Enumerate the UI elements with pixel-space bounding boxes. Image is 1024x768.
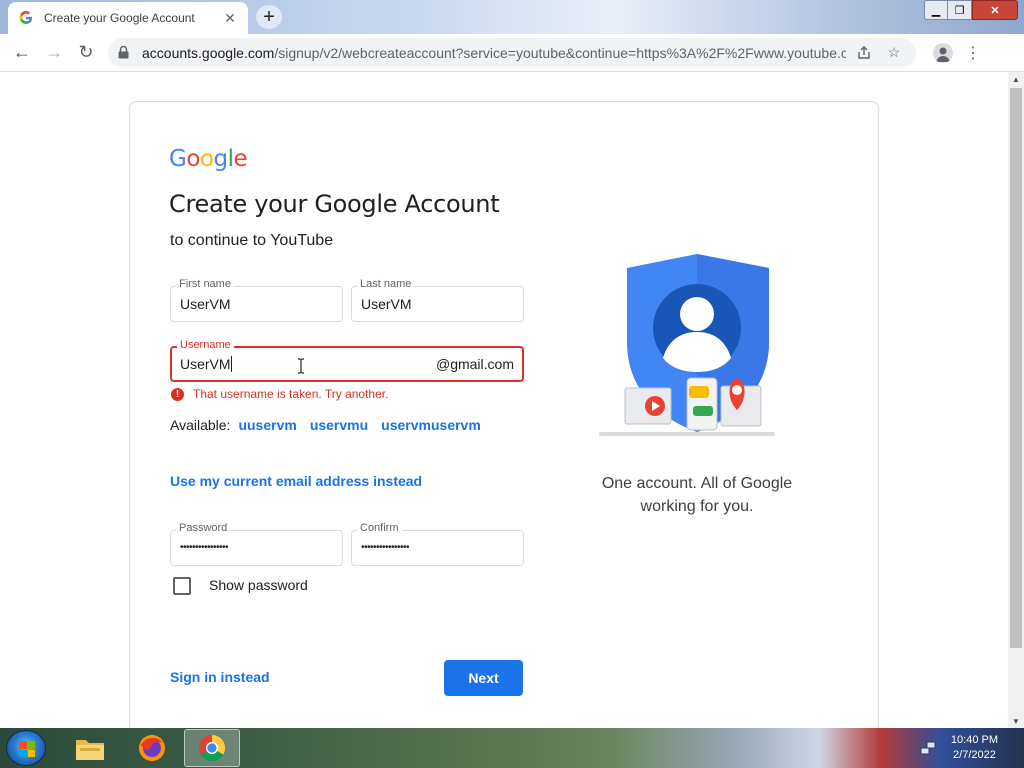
browser-menu-icon[interactable]: ⋮ (958, 38, 988, 68)
tagline-line-2: working for you. (640, 498, 754, 515)
browser-tabstrip: Create your Google Account ✕ + ▁ ❐ ✕ (0, 0, 1024, 34)
scroll-thumb[interactable] (1010, 88, 1022, 648)
tab-close-icon[interactable]: ✕ (222, 10, 238, 26)
ibeam-cursor-icon (298, 358, 304, 374)
confirm-password-field[interactable]: Confirm •••••••••••••••• (351, 522, 524, 566)
system-tray: 10:40 PM 2/7/2022 (919, 728, 1024, 768)
network-icon[interactable] (919, 739, 937, 757)
confirm-label: Confirm (357, 522, 402, 534)
page-scrollbar[interactable]: ▲ ▼ (1008, 72, 1024, 728)
username-value: UserVM (180, 356, 231, 372)
error-icon: ! (171, 387, 184, 401)
available-option-uservmu[interactable]: uservmu (310, 417, 368, 433)
back-arrow-icon[interactable]: ← (6, 37, 38, 69)
first-name-value: UserVM (180, 296, 231, 312)
sign-in-instead-link[interactable]: Sign in instead (170, 669, 270, 685)
lock-icon[interactable] (118, 46, 132, 60)
url-text[interactable]: accounts.google.com/signup/v2/webcreatea… (142, 45, 846, 61)
window-minimize-button[interactable]: ▁ (924, 0, 948, 20)
tagline: One account. All of Google working for y… (580, 472, 814, 518)
window-maximize-button[interactable]: ❐ (948, 0, 972, 20)
available-option-uuservm[interactable]: uuservm (238, 417, 296, 433)
clock-date: 2/7/2022 (953, 749, 996, 761)
firefox-icon[interactable] (124, 729, 180, 767)
new-tab-button[interactable]: + (256, 5, 282, 29)
scroll-up-arrow-icon[interactable]: ▲ (1008, 72, 1024, 86)
url-path: /signup/v2/webcreateaccount?service=yout… (274, 44, 846, 61)
username-error-text: That username is taken. Try another. (193, 387, 389, 401)
password-label: Password (176, 522, 231, 534)
file-explorer-icon[interactable] (62, 729, 118, 767)
account-shield-illustration (599, 254, 775, 436)
tagline-line-1: One account. All of Google (601, 475, 793, 492)
start-button[interactable] (6, 730, 46, 766)
text-caret (230, 356, 232, 372)
address-bar[interactable]: accounts.google.com/signup/v2/webcreatea… (108, 37, 916, 68)
last-name-label: Last name (357, 278, 415, 290)
page-subtitle: to continue to YouTube (170, 232, 334, 249)
show-password-label[interactable]: Show password (209, 577, 308, 593)
available-label: Available: (170, 417, 231, 433)
password-field[interactable]: Password •••••••••••••••• (170, 522, 343, 566)
username-field[interactable]: Username UserVM @gmail.com (170, 339, 524, 382)
tab-title: Create your Google Account (44, 11, 195, 25)
reload-icon[interactable]: ↻ (70, 37, 102, 69)
google-favicon-icon (18, 10, 34, 26)
available-option-uservmuservm[interactable]: uservmuservm (381, 417, 481, 433)
windows-logo-icon (19, 741, 35, 757)
use-current-email-link[interactable]: Use my current email address instead (170, 473, 422, 489)
url-host: accounts.google.com (142, 44, 275, 61)
first-name-label: First name (176, 278, 234, 290)
window-close-button[interactable]: ✕ (972, 0, 1018, 20)
first-name-field[interactable]: First name UserVM (170, 278, 343, 322)
username-label: Username (177, 339, 234, 351)
scroll-down-arrow-icon[interactable]: ▼ (1008, 714, 1024, 728)
profile-avatar-icon[interactable] (928, 38, 958, 68)
bookmark-star-icon[interactable]: ☆ (882, 41, 906, 65)
share-icon[interactable] (852, 41, 876, 65)
windows-taskbar: 10:40 PM 2/7/2022 (0, 728, 1024, 768)
password-value: •••••••••••••••• (180, 542, 229, 553)
last-name-value: UserVM (361, 296, 412, 312)
confirm-value: •••••••••••••••• (361, 542, 410, 553)
next-button[interactable]: Next (444, 660, 523, 696)
username-value-wrap: UserVM (180, 356, 232, 372)
google-logo: Google (169, 146, 248, 172)
system-clock[interactable]: 10:40 PM 2/7/2022 (951, 733, 998, 763)
available-usernames: Available: uuservm uservmu uservmuservm (170, 417, 494, 433)
chrome-icon[interactable] (184, 729, 240, 767)
page-viewport (0, 72, 1008, 728)
browser-toolbar: ← → ↻ accounts.google.com/signup/v2/webc… (0, 34, 1024, 72)
clock-time: 10:40 PM (950, 734, 998, 746)
forward-arrow-icon[interactable]: → (38, 37, 70, 69)
last-name-field[interactable]: Last name UserVM (351, 278, 524, 322)
browser-tab[interactable]: Create your Google Account ✕ (8, 2, 248, 34)
username-error: ! That username is taken. Try another. (171, 387, 388, 401)
gmail-suffix: @gmail.com (435, 356, 514, 372)
show-password-checkbox[interactable] (173, 577, 191, 595)
page-title: Create your Google Account (169, 190, 500, 218)
